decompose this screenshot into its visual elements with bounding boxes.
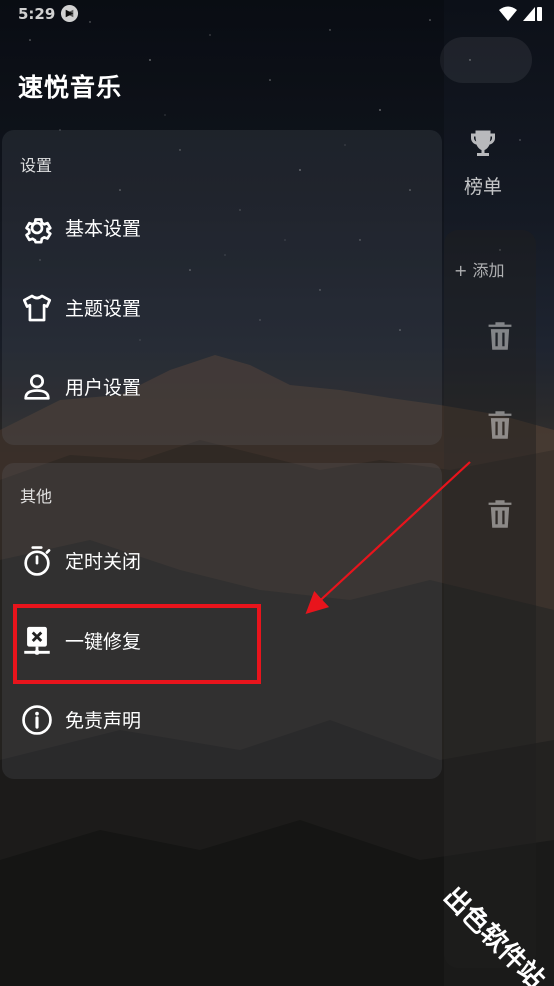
tshirt-icon <box>22 294 52 322</box>
navigation-drawer: 速悦音乐 设置 基本设置 主题设置 用户设置 其他 定时关闭 一键修复 免责声明 <box>0 0 444 986</box>
highlight-box <box>13 604 261 684</box>
add-button[interactable]: + 添加 <box>454 257 505 281</box>
menu-item-user-settings[interactable]: 用户设置 <box>2 352 442 422</box>
menu-item-label: 用户设置 <box>65 377 142 399</box>
person-icon <box>24 374 50 400</box>
info-icon <box>22 705 52 735</box>
menu-item-label: 基本设置 <box>65 218 142 240</box>
timer-icon <box>24 546 51 576</box>
watermark: 出色软件站 <box>438 881 551 986</box>
trash-icon[interactable] <box>486 320 514 352</box>
trash-icon[interactable] <box>486 498 514 530</box>
gear-icon <box>25 218 52 244</box>
status-icons <box>499 6 542 21</box>
section-label-other: 其他 <box>20 487 53 506</box>
menu-item-label: 免责声明 <box>65 710 142 732</box>
menu-item-sleep-timer[interactable]: 定时关闭 <box>2 526 442 596</box>
wifi-icon <box>499 6 517 21</box>
menu-item-label: 定时关闭 <box>65 551 142 573</box>
menu-item-theme-settings[interactable]: 主题设置 <box>2 273 442 343</box>
menu-item-basic-settings[interactable]: 基本设置 <box>2 193 442 263</box>
battery-icon <box>537 7 542 21</box>
settings-card: 设置 基本设置 主题设置 用户设置 <box>2 130 442 445</box>
trophy-icon[interactable] <box>465 126 501 162</box>
signal-icon <box>523 7 535 21</box>
menu-item-label: 主题设置 <box>65 298 142 320</box>
app-title: 速悦音乐 <box>18 73 123 102</box>
watermark-text: 出色软件站 <box>438 881 551 986</box>
rank-tab-label[interactable]: 榜单 <box>464 172 502 199</box>
menu-item-disclaimer[interactable]: 免责声明 <box>2 685 442 755</box>
search-bar[interactable] <box>440 37 532 83</box>
trash-icon[interactable] <box>486 409 514 441</box>
section-label-settings: 设置 <box>20 156 53 175</box>
